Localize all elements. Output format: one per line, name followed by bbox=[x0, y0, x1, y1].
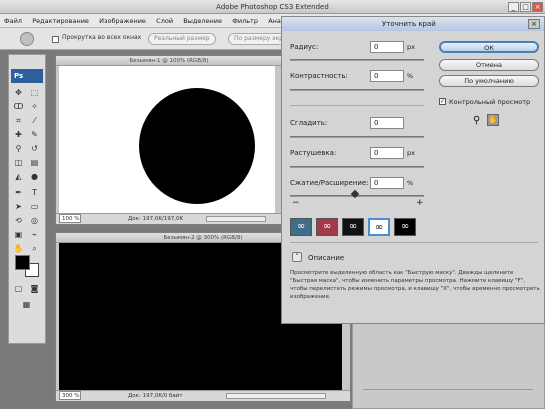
crop-tool-icon[interactable]: ⌗ bbox=[12, 115, 25, 127]
black-circle-shape bbox=[139, 88, 255, 204]
preview-checkbox-label: Контрольный просмотр bbox=[449, 98, 531, 106]
menu-image[interactable]: Изображение bbox=[95, 14, 150, 28]
screen-mode-icon[interactable]: ▦ bbox=[20, 299, 33, 311]
preview-checkbox[interactable]: ✓ bbox=[439, 98, 446, 105]
eyedropper-tool-icon[interactable]: ⌁ bbox=[28, 229, 41, 241]
contract-expand-label: Сжатие/Расширение: bbox=[290, 179, 369, 187]
history-brush-icon[interactable]: ↺ bbox=[28, 143, 41, 155]
eraser-tool-icon[interactable]: ◫ bbox=[12, 157, 25, 169]
document-2-zoom[interactable]: 300 % bbox=[59, 391, 81, 400]
menu-layer[interactable]: Слой bbox=[152, 14, 177, 28]
healing-brush-icon[interactable]: ✚ bbox=[12, 129, 25, 141]
contrast-input[interactable]: 0 bbox=[370, 70, 404, 82]
menu-file[interactable]: Файл bbox=[0, 14, 26, 28]
menu-select[interactable]: Выделение bbox=[179, 14, 226, 28]
3d-tool-icon[interactable]: ⟲ bbox=[12, 215, 25, 227]
description-toggle-icon[interactable]: ˅ bbox=[292, 252, 302, 262]
dialog-title: Уточнить край bbox=[282, 17, 544, 31]
clone-stamp-icon[interactable]: ⚲ bbox=[12, 143, 25, 155]
ps-logo: Ps bbox=[11, 69, 43, 83]
document-2-hscroll[interactable] bbox=[226, 393, 326, 399]
minimize-button[interactable]: _ bbox=[508, 2, 519, 12]
description-text: Просмотрите выделенную область как "Быст… bbox=[290, 270, 540, 300]
document-1-hscroll[interactable] bbox=[206, 216, 266, 222]
dialog-close-icon[interactable]: × bbox=[528, 19, 540, 29]
cancel-button[interactable]: Отмена bbox=[439, 59, 539, 71]
document-1-doc-size: Док: 197,0K/197,0K bbox=[128, 216, 184, 222]
menu-edit[interactable]: Редактирование bbox=[28, 14, 93, 28]
refine-edge-dialog: Уточнить край × Радиус: 0 px Контрастнос… bbox=[281, 16, 545, 324]
notes-tool-icon[interactable]: ▣ bbox=[12, 229, 25, 241]
path-select-icon[interactable]: ➤ bbox=[12, 201, 25, 213]
brush-tool-icon[interactable]: ✎ bbox=[28, 129, 41, 141]
pen-tool-icon[interactable]: ✒ bbox=[12, 187, 25, 199]
layers-panel bbox=[352, 318, 545, 409]
contract-expand-input[interactable]: 0 bbox=[370, 177, 404, 189]
feather-input[interactable]: 0 bbox=[370, 147, 404, 159]
contract-expand-unit: % bbox=[407, 179, 414, 187]
radius-slider[interactable] bbox=[290, 59, 424, 61]
slice-tool-icon[interactable]: ⁄ bbox=[28, 115, 41, 127]
quick-mask-icon[interactable]: ◙ bbox=[28, 283, 41, 295]
feather-slider[interactable] bbox=[290, 166, 424, 168]
document-1-canvas[interactable] bbox=[59, 66, 275, 213]
close-icon[interactable]: × bbox=[532, 2, 543, 12]
type-tool-icon[interactable]: T bbox=[28, 187, 41, 199]
foreground-color-swatch[interactable] bbox=[15, 255, 30, 270]
camera-tool-icon[interactable]: ◎ bbox=[28, 215, 41, 227]
zoom-icon[interactable]: ⚲ bbox=[473, 115, 480, 126]
actual-pixels-button[interactable]: Реальный размер bbox=[148, 33, 216, 45]
gradient-tool-icon[interactable]: ▤ bbox=[28, 157, 41, 169]
radius-label: Радиус: bbox=[290, 43, 319, 51]
dodge-tool-icon[interactable]: ● bbox=[28, 171, 41, 183]
feather-label: Растушевка: bbox=[290, 149, 337, 157]
ok-button[interactable]: ОК bbox=[439, 41, 539, 53]
hand-tool-icon[interactable] bbox=[20, 32, 34, 46]
toolbox: Ps ✥ ⬚ ↀ ✧ ⌗ ⁄ ✚ ✎ ⚲ ↺ ◫ ▤ ◭ ● ✒ T ➤ ▭ ⟲… bbox=[8, 54, 46, 344]
document-1-title: Безымян-1 @ 100% (RGB/8) bbox=[56, 56, 282, 66]
preview-standard-icon[interactable]: ∞ bbox=[290, 218, 312, 236]
contrast-label: Контрастность: bbox=[290, 72, 348, 80]
preview-mask-icon[interactable]: ∞ bbox=[394, 218, 416, 236]
document-window-1: Безымян-1 @ 100% (RGB/8) 100 % Док: 197,… bbox=[55, 55, 283, 225]
description-title: Описание bbox=[308, 254, 345, 262]
hand-icon[interactable]: ✋ bbox=[487, 114, 499, 126]
zoom-tool-icon[interactable]: ⌕ bbox=[28, 243, 41, 255]
smooth-slider[interactable] bbox=[290, 136, 424, 138]
contract-plus-label: + bbox=[416, 198, 424, 208]
preview-on-black-icon[interactable]: ∞ bbox=[342, 218, 364, 236]
maximize-button[interactable]: □ bbox=[520, 2, 531, 12]
radius-input[interactable]: 0 bbox=[370, 41, 404, 53]
radius-unit: px bbox=[407, 43, 415, 51]
scroll-all-checkbox[interactable] bbox=[52, 36, 59, 43]
document-2-doc-size: Док: 197,0K/0 байт bbox=[128, 393, 183, 399]
hand-tool-icon[interactable]: ✋ bbox=[12, 243, 25, 255]
default-button[interactable]: По умолчанию bbox=[439, 75, 539, 87]
separator bbox=[290, 105, 424, 106]
app-title-bar: Adobe Photoshop CS3 Extended bbox=[0, 0, 545, 14]
document-2-status-bar: 300 % Док: 197,0K/0 байт bbox=[56, 390, 350, 401]
contrast-slider[interactable] bbox=[290, 89, 424, 91]
move-tool-icon[interactable]: ✥ bbox=[12, 87, 25, 99]
layers-panel-footer bbox=[363, 389, 533, 399]
shape-tool-icon[interactable]: ▭ bbox=[28, 201, 41, 213]
lasso-tool-icon[interactable]: ↀ bbox=[12, 101, 25, 113]
app-title: Adobe Photoshop CS3 Extended bbox=[216, 3, 329, 11]
menu-filter[interactable]: Фильтр bbox=[228, 14, 262, 28]
scroll-all-label: Прокрутка во всех окнах bbox=[62, 34, 142, 41]
document-1-status-bar: 100 % Док: 197,0K/197,0K bbox=[56, 213, 282, 224]
contract-minus-label: − bbox=[292, 198, 300, 208]
blur-tool-icon[interactable]: ◭ bbox=[12, 171, 25, 183]
preview-quick-mask-icon[interactable]: ∞ bbox=[316, 218, 338, 236]
contrast-unit: % bbox=[407, 72, 414, 80]
preview-on-white-icon[interactable]: ∞ bbox=[368, 218, 390, 236]
separator bbox=[290, 242, 538, 243]
marquee-tool-icon[interactable]: ⬚ bbox=[28, 87, 41, 99]
smooth-label: Сгладить: bbox=[290, 119, 328, 127]
magic-wand-icon[interactable]: ✧ bbox=[28, 101, 41, 113]
smooth-input[interactable]: 0 bbox=[370, 117, 404, 129]
document-1-zoom[interactable]: 100 % bbox=[59, 214, 81, 223]
standard-mode-icon[interactable]: ▢ bbox=[12, 283, 25, 295]
feather-unit: px bbox=[407, 149, 415, 157]
